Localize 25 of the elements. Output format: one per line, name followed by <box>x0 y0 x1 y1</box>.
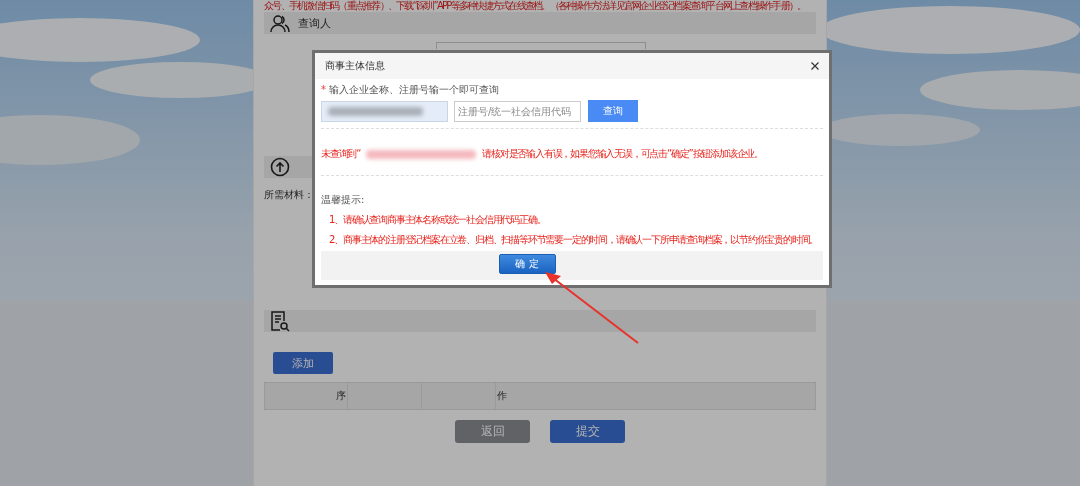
column-header: 作 <box>495 382 816 410</box>
confirm-button[interactable]: 确 定 <box>498 254 556 274</box>
upload-icon <box>270 157 290 177</box>
submit-button[interactable]: 提交 <box>550 420 625 443</box>
document-search-icon <box>270 310 290 332</box>
column-header: 序 <box>264 382 348 410</box>
field-label: 输入企业全称、注册号输一个即可查询 <box>329 84 499 95</box>
notice-text: 众号、手机微信扫码（重点推荐）、下载“i深圳”APP等多种快捷方式在线查档。（各种操作方法详见官网企业登记档案查询平台网上查档操作手册）。 <box>264 0 807 12</box>
dialog-title: 商事主体信息 <box>325 59 385 73</box>
tip-text: 2、商事主体的注册登记档案在立卷、归档、扫描等环节需要一定的时间，请确认一下所申请查询档案，以节约你宝贵的时间。 <box>329 233 820 247</box>
input-field[interactable] <box>436 42 646 49</box>
close-icon[interactable] <box>811 62 819 70</box>
error-message: 未查询到“ <box>321 147 361 161</box>
tips-title: 温馨提示: <box>321 193 366 207</box>
section-title: 查询人 <box>298 15 331 31</box>
tip-text: 1、请确认查询商事主体名称或统一社会信用代码正确。 <box>329 213 547 227</box>
materials-label: 所需材料： <box>264 188 314 202</box>
error-message: 请核对是否输入有误，如果您输入无误，可点击“确定”按钮添加该企业。 <box>482 147 763 161</box>
company-name-field[interactable] <box>321 100 448 122</box>
add-button[interactable]: 添加 <box>273 352 333 374</box>
people-icon <box>270 13 290 33</box>
registration-number-field[interactable]: 注册号/统一社会信用代码 <box>454 100 581 122</box>
search-button[interactable]: 查询 <box>588 100 638 122</box>
back-button[interactable]: 返回 <box>455 420 530 443</box>
required-mark: * <box>321 84 326 95</box>
